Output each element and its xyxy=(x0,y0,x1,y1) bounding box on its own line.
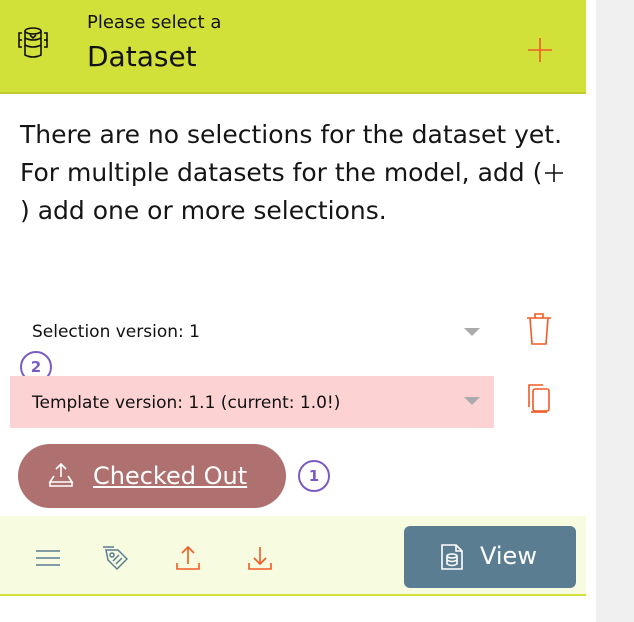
dataset-panel: Please select a Dataset There are no sel… xyxy=(0,0,586,622)
plus-icon[interactable] xyxy=(522,32,558,68)
checked-out-label: Checked Out xyxy=(93,462,248,490)
checkout-upload-icon xyxy=(48,462,74,487)
document-icon xyxy=(441,544,463,570)
upload-icon[interactable] xyxy=(174,544,202,572)
empty-selection-message: There are no selections for the dataset … xyxy=(20,116,570,230)
copy-icon[interactable] xyxy=(525,381,553,417)
template-version-select[interactable]: Template version: 1.1 (current: 1.0!) xyxy=(10,376,494,428)
selection-version-value: Selection version: 1 xyxy=(32,322,200,342)
step-badge-1: 1 xyxy=(298,460,330,492)
database-icon xyxy=(18,27,48,58)
info-text-start: There are no selections for the dataset … xyxy=(20,120,563,187)
menu-icon[interactable] xyxy=(34,544,62,572)
header-title: Dataset xyxy=(87,40,197,73)
view-button-label: View xyxy=(480,542,537,570)
header-subtitle: Please select a xyxy=(87,12,222,33)
chevron-down-icon xyxy=(464,397,480,405)
checked-out-button[interactable]: Checked Out xyxy=(18,444,286,508)
trash-icon[interactable] xyxy=(525,312,553,346)
download-icon[interactable] xyxy=(246,544,274,572)
dataset-header: Please select a Dataset xyxy=(0,0,586,94)
chevron-down-icon xyxy=(464,328,480,336)
template-version-value: Template version: 1.1 (current: 1.0!) xyxy=(32,393,341,413)
selection-version-select[interactable]: Selection version: 1 xyxy=(10,310,494,356)
view-button[interactable]: View xyxy=(404,526,576,588)
info-text-end: ) add one or more selections. xyxy=(20,196,387,225)
tag-icon[interactable] xyxy=(102,544,130,572)
plus-icon xyxy=(545,164,564,182)
right-scroll-gutter xyxy=(596,0,634,622)
